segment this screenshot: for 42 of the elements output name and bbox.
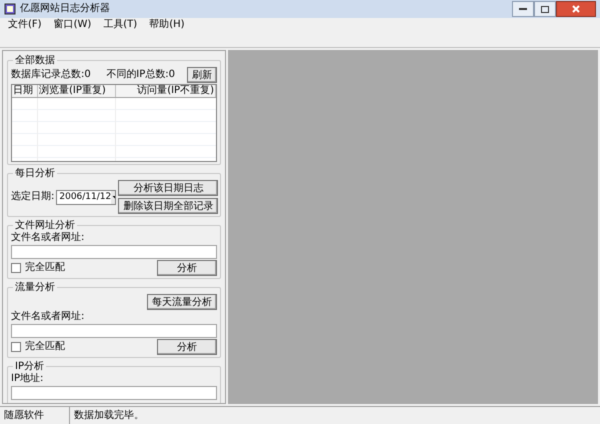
window-title: 亿愿网站日志分析器 — [20, 3, 110, 15]
analyze-button[interactable]: 分析 — [157, 260, 217, 276]
menu-item[interactable]: 文件(F) — [8, 19, 42, 31]
menu-item[interactable]: 工具(T) — [103, 19, 138, 31]
restore-icon — [541, 6, 549, 12]
column-header[interactable]: 浏览量(IP重复) — [38, 85, 116, 97]
maximize-button[interactable] — [534, 1, 556, 17]
ip-count: 不同的IP总数:0 — [106, 69, 175, 81]
daily-traffic-button[interactable]: 每天流量分析 — [147, 294, 217, 310]
action-button[interactable]: 分析该日期日志 — [118, 180, 218, 196]
column-header[interactable]: 日期 — [12, 85, 38, 97]
refresh-button[interactable]: 刷新 — [187, 67, 217, 83]
close-button[interactable] — [556, 1, 596, 17]
checkbox-label: 完全匹配 — [25, 262, 65, 274]
group-title: 文件网址分析 — [13, 220, 77, 232]
app-icon — [4, 3, 16, 15]
action-button[interactable]: 删除该日期全部记录 — [118, 198, 218, 214]
record-count: 数据库记录总数:0 — [11, 69, 91, 81]
minimize-icon — [519, 8, 527, 10]
field-label: 文件名或者网址: — [11, 232, 86, 244]
date-dropdown[interactable]: 2006/11/12 — [56, 190, 116, 204]
status-text: 数据加载完毕。 — [73, 408, 145, 423]
minimize-button[interactable] — [512, 1, 534, 17]
field-label: 文件名或者网址: — [11, 311, 86, 323]
close-icon — [572, 5, 580, 13]
menu-item[interactable]: 窗口(W) — [54, 19, 92, 31]
input-field[interactable] — [11, 324, 217, 338]
field-label: IP地址: — [11, 373, 44, 385]
status-text: 随愿软件 — [0, 407, 70, 424]
group-title: 全部数据 — [13, 55, 57, 67]
analyze-button[interactable]: 分析 — [157, 339, 217, 355]
date-label: 选定日期: — [11, 191, 54, 203]
checkbox-label: 完全匹配 — [25, 341, 65, 353]
date-value: 2006/11/12 — [59, 191, 112, 203]
group-title: IP分析 — [13, 361, 46, 373]
input-field[interactable] — [11, 245, 217, 259]
input-field[interactable] — [11, 386, 217, 400]
checkbox[interactable] — [11, 263, 21, 273]
group-title: 流量分析 — [13, 282, 57, 294]
group-title: 每日分析 — [13, 168, 57, 180]
checkbox[interactable] — [11, 342, 21, 352]
menu-item[interactable]: 帮助(H) — [149, 19, 185, 31]
